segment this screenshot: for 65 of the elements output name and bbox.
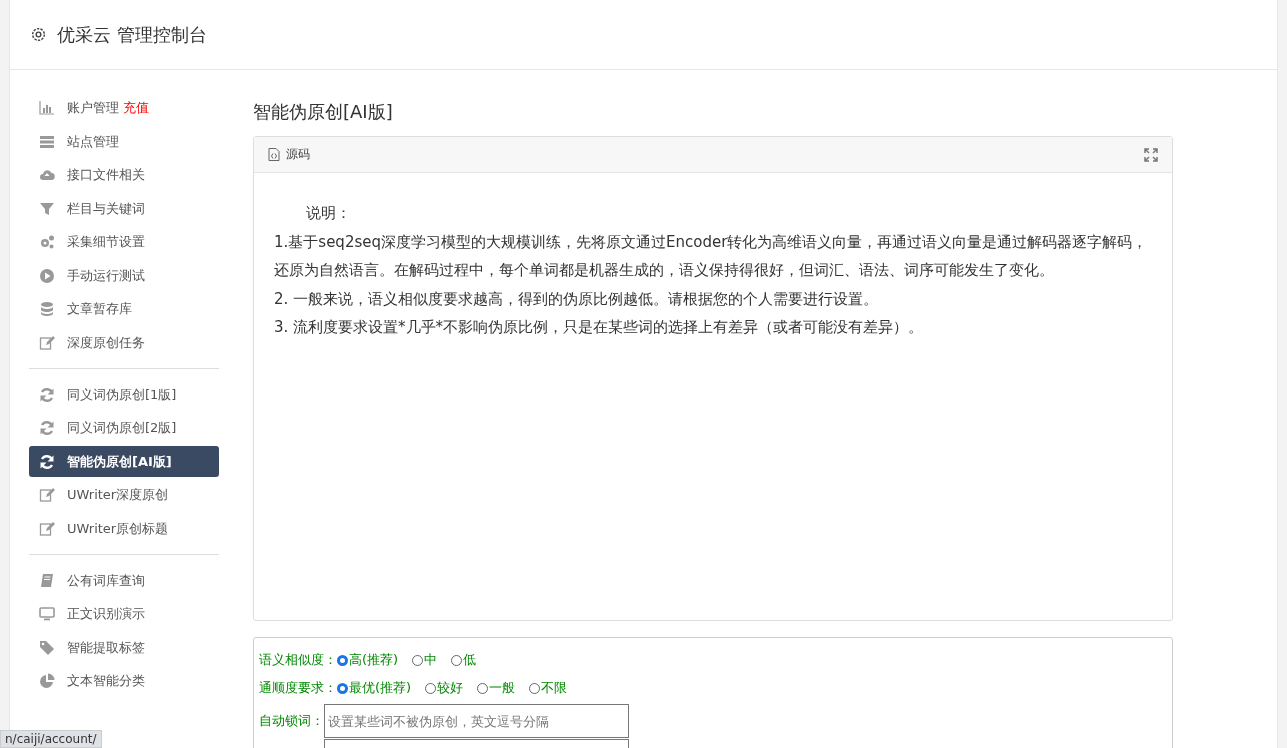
monitor-icon — [39, 606, 55, 622]
edit-icon — [39, 487, 55, 503]
filter-icon — [39, 200, 55, 217]
sidebar-item[interactable]: 栏目与关键词 — [29, 193, 219, 224]
option-label: 语义相似度： — [259, 651, 337, 669]
sidebar-item[interactable]: 账户管理 充值 — [29, 92, 219, 124]
radio-button[interactable] — [337, 682, 348, 694]
refresh-icon — [39, 386, 55, 403]
bar-chart-icon — [39, 100, 55, 116]
radio-button[interactable] — [529, 682, 541, 694]
sidebar-item[interactable]: 站点管理 — [29, 126, 219, 157]
cloud-upload-icon — [39, 167, 55, 183]
description-text: 2. 一般来说，语义相似度要求越高，得到的伪原比例越低。请根据您的个人需要进行设置。 — [274, 288, 880, 310]
server-icon — [39, 133, 55, 150]
description-text: 说明： — [305, 203, 352, 224]
app-title: 优采云 管理控制台 — [57, 22, 207, 47]
file-code-icon — [268, 148, 280, 161]
sidebar-item[interactable]: 手动运行测试 — [29, 260, 219, 291]
option-label: 自动锁词： — [259, 712, 324, 730]
sidebar-item[interactable]: 公有词库查询 — [29, 565, 219, 596]
radio-button[interactable] — [337, 654, 348, 666]
description-text: 3. 流利度要求设置*几乎*不影响伪原比例，只是在某些词的选择上有差异（或者可能没有差异）。 — [274, 317, 925, 338]
radio-option[interactable]: 中 — [412, 651, 438, 669]
source-button[interactable]: 源码 — [268, 146, 310, 163]
radio-button[interactable] — [412, 654, 424, 666]
radio-option[interactable]: 最优(推荐) — [337, 679, 412, 697]
sidebar-item[interactable]: 文章暂存库 — [29, 293, 219, 325]
sidebar-item[interactable]: 同义词伪原创[1版] — [29, 379, 219, 410]
pie-chart-icon — [39, 673, 55, 689]
sidebar-item[interactable]: UWriter原创标题 — [29, 513, 219, 544]
settings-icon — [30, 26, 47, 43]
radio-option[interactable]: 一般 — [477, 679, 516, 697]
option-label: 通顺度要求： — [259, 679, 337, 697]
status-url: n/caiji/account/ — [0, 730, 102, 748]
recharge-link[interactable]: 充值 — [123, 99, 149, 117]
radio-option[interactable]: 较好 — [425, 679, 464, 697]
lock-words-field[interactable]: 设置某些词不被伪原创，英文逗号分隔 — [324, 704, 629, 738]
database-icon — [39, 301, 55, 317]
sidebar-item[interactable]: 文本智能分类 — [29, 665, 219, 697]
radio-option[interactable]: 高(推荐) — [337, 651, 399, 669]
radio-button[interactable] — [451, 654, 463, 666]
sidebar-item[interactable]: 接口文件相关 — [29, 159, 219, 191]
sidebar-item[interactable]: 同义词伪原创[2版] — [29, 412, 219, 444]
sidebar-item[interactable]: 深度原创任务 — [29, 327, 219, 358]
radio-option[interactable]: 不限 — [529, 679, 568, 697]
refresh-icon — [39, 420, 55, 436]
sidebar-item[interactable]: 智能伪原创[AI版] — [29, 446, 219, 477]
radio-button[interactable] — [425, 682, 437, 694]
radio-option[interactable]: 低 — [451, 651, 477, 669]
page-heading: 智能伪原创[AI版] — [253, 100, 394, 124]
sidebar-item[interactable]: 正文识别演示 — [29, 598, 219, 630]
sidebar-item[interactable]: UWriter深度原创 — [29, 479, 219, 511]
radio-button[interactable] — [477, 682, 489, 694]
description-text: 1.基于seq2seq深度学习模型的大规模训练，先将原文通过Encoder转化为高维语义向量，再通过语义向量是通过解码器逐字解码，还原为自然语言。在解码过程中，每个单词都是机器生成的，语义保持得很好，但词汇、语法、词序可能发生了变化。 — [274, 231, 1149, 281]
sidebar-item[interactable]: 智能提取标签 — [29, 632, 219, 663]
play-icon — [39, 267, 55, 284]
edit-icon — [39, 520, 55, 537]
book-icon — [39, 572, 55, 589]
refresh-icon — [39, 453, 55, 470]
editor-panel[interactable] — [253, 136, 1173, 621]
fullscreen-icon[interactable] — [1144, 147, 1158, 162]
edit-icon — [39, 334, 55, 351]
sidebar-item[interactable]: 采集细节设置 — [29, 226, 219, 258]
gears-icon — [39, 234, 55, 250]
tag-icon — [39, 639, 55, 656]
